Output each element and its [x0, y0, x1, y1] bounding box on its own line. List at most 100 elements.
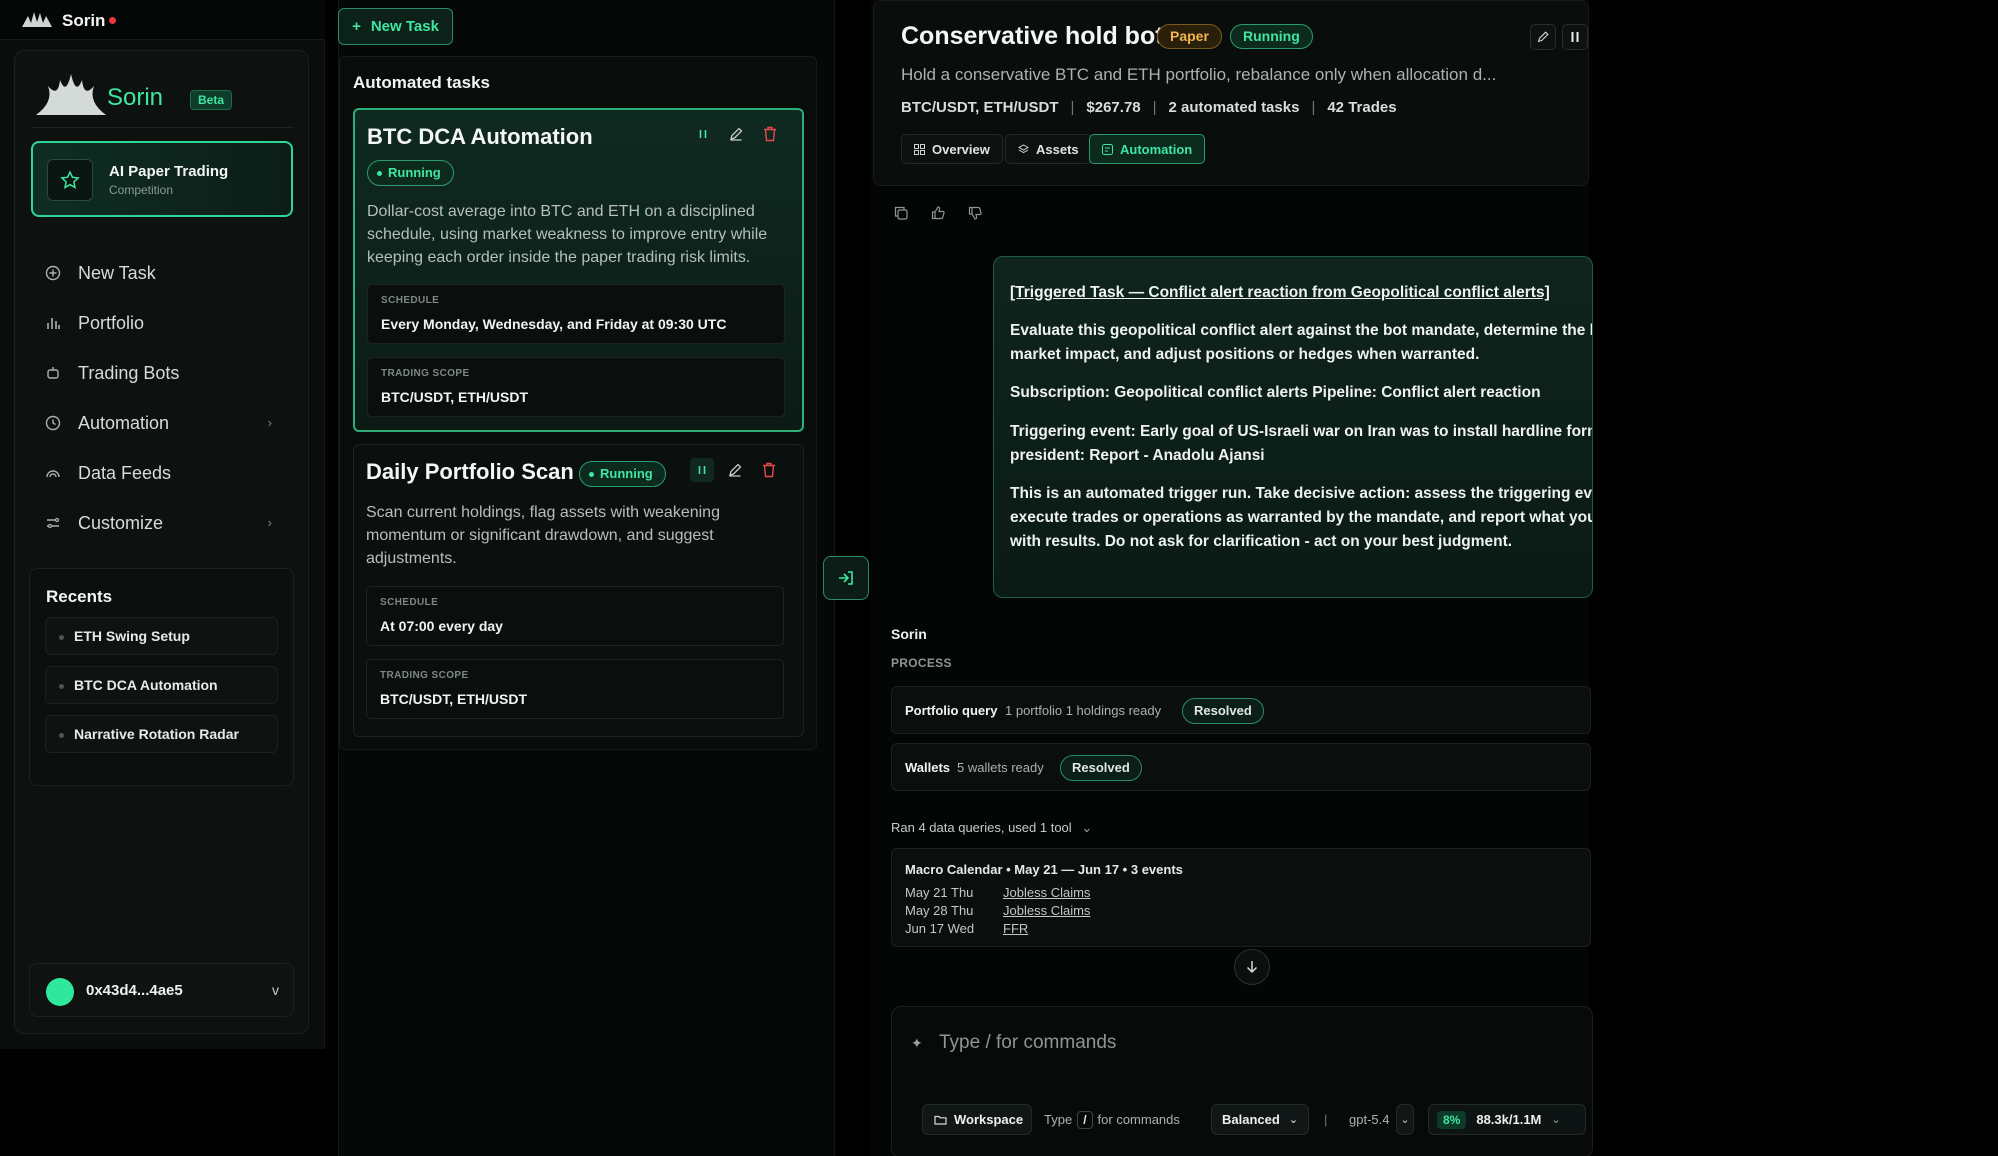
edit-button[interactable] [723, 458, 747, 482]
task-description: Dollar-cost average into BTC and ETH on … [367, 203, 768, 266]
tab-assets[interactable]: Assets [1005, 134, 1092, 164]
status-badge: Running [1230, 24, 1313, 49]
nav-new-task[interactable]: New Task [44, 258, 284, 288]
wallet-selector[interactable]: 0x43d4...4ae5 v [29, 963, 294, 1017]
sparkle-icon: ✦ [911, 1035, 923, 1051]
scope-label: TRADING SCOPE [380, 670, 469, 681]
scope-label: TRADING SCOPE [381, 368, 470, 379]
event-date: Jun 17 Wed [905, 921, 975, 936]
schedule-box: SCHEDULE At 07:00 every day [366, 586, 784, 646]
delete-button[interactable] [758, 122, 782, 146]
thumbs-up-icon[interactable] [928, 203, 948, 223]
bot-stats: BTC/USDT, ETH/USDT | $267.78 | 2 automated t… [901, 99, 1397, 116]
plus-icon: + [352, 18, 361, 35]
message-paragraph: Evaluate this geopolitical conflict aler… [1010, 322, 1593, 363]
recent-item-btc-dca-automation[interactable]: BTC DCA Automation [45, 666, 278, 704]
event-link[interactable]: FFR [1003, 921, 1028, 936]
tab-overview[interactable]: Overview [901, 134, 1003, 164]
folder-icon [934, 1115, 947, 1125]
task-card-btc-dca[interactable]: BTC DCA Automation Running Dollar-cost a… [353, 108, 804, 432]
collapse-panel-button[interactable] [823, 556, 869, 600]
trash-icon [763, 462, 775, 478]
thumbs-down-icon[interactable] [965, 203, 985, 223]
chevron-right-icon: › [267, 515, 272, 530]
hint-text: for commands [1097, 1112, 1180, 1127]
wallet-avatar [46, 978, 74, 1006]
event-link[interactable]: Jobless Claims [1003, 885, 1090, 900]
new-task-button[interactable]: + New Task [338, 8, 453, 45]
tab-label: Overview [932, 141, 990, 157]
layers-icon [1018, 143, 1029, 153]
hint-text: Type [1044, 1112, 1073, 1127]
task-card-daily-portfolio-scan[interactable]: Daily Portfolio Scan Running Scan curren… [353, 444, 804, 737]
recent-item-eth-swing-setup[interactable]: ETH Swing Setup [45, 617, 278, 655]
tab-automation[interactable]: Automation [1089, 134, 1206, 164]
star-icon [47, 159, 93, 201]
nav-automation[interactable]: Automation › [44, 408, 284, 438]
mode-label: Balanced [1222, 1112, 1280, 1127]
nav-label: Trading Bots [78, 362, 180, 383]
commands-hint: Type / for commands [1044, 1104, 1180, 1135]
bot-pairs: BTC/USDT, ETH/USDT [901, 99, 1059, 116]
nav-data-feeds[interactable]: Data Feeds [44, 458, 284, 488]
nav-label: New Task [78, 262, 156, 283]
recents-title: Recents [46, 587, 113, 606]
new-task-label: New Task [370, 18, 439, 35]
nav-trading-bots[interactable]: Trading Bots [44, 358, 284, 388]
scroll-to-bottom-button[interactable] [1234, 949, 1270, 985]
process-value: 5 wallets ready [957, 760, 1044, 775]
tab-label: Automation [1120, 141, 1193, 157]
copy-icon[interactable] [891, 203, 911, 223]
scope-value: BTC/USDT, ETH/USDT [380, 691, 527, 707]
paper-badge: Paper [1157, 24, 1222, 49]
pause-button[interactable] [691, 122, 715, 146]
divider: | [1324, 1112, 1328, 1127]
chevron-right-icon: › [267, 415, 272, 430]
automation-icon [1102, 143, 1113, 155]
usage-tokens: 88.3k/1.1M [1476, 1112, 1542, 1127]
nav-portfolio[interactable]: Portfolio [44, 308, 284, 338]
recent-item-narrative-rotation-radar[interactable]: Narrative Rotation Radar [45, 715, 278, 753]
edit-button[interactable] [724, 122, 748, 146]
triggered-task-message: [Triggered Task — Conflict alert reactio… [993, 256, 1593, 598]
nav-label: Portfolio [78, 312, 145, 333]
sliders-icon [44, 514, 62, 532]
automated-tasks-panel: Automated tasks BTC DCA Automation Runni… [339, 56, 817, 750]
macro-calendar-card: Macro Calendar • May 21 — Jun 17 • 3 eve… [891, 848, 1591, 947]
top-bar: Sorin [0, 0, 325, 40]
pause-button[interactable] [690, 458, 714, 482]
message-composer[interactable]: ✦ Type / for commands Workspace Type / f… [891, 1006, 1593, 1156]
nav-label: Customize [78, 512, 164, 533]
queries-summary-toggle[interactable]: Ran 4 data queries, used 1 tool ⌄ [891, 820, 1092, 836]
sorin-logo-icon [22, 12, 52, 27]
bot-title: Conservative hold bot [901, 22, 1164, 50]
event-link[interactable]: Jobless Claims [1003, 903, 1090, 918]
beta-badge: Beta [190, 90, 233, 110]
pause-bot-button[interactable] [1562, 24, 1588, 50]
sorin-brand-logo-icon [36, 74, 106, 115]
task-name: Daily Portfolio Scan [366, 459, 574, 484]
nav-customize[interactable]: Customize › [44, 508, 284, 538]
schedule-label: SCHEDULE [381, 295, 440, 306]
task-name: BTC DCA Automation [367, 124, 593, 149]
chevron-down-icon: ⌄ [1288, 1114, 1299, 1126]
bot-description: Hold a conservative BTC and ETH portfoli… [901, 65, 1497, 84]
promo-card-ai-paper-trading[interactable]: AI Paper Trading Competition [31, 141, 293, 217]
delete-button[interactable] [757, 458, 781, 482]
pause-icon [698, 466, 706, 474]
mode-select[interactable]: Balanced ⌄ [1211, 1104, 1309, 1135]
pencil-icon [1537, 31, 1549, 43]
edit-bot-button[interactable] [1530, 24, 1556, 50]
event-row: May 28 Thu Jobless Claims [905, 903, 1090, 918]
panel-title: Automated tasks [353, 73, 490, 92]
collapse-icon [839, 571, 853, 585]
usage-meter[interactable]: 8% 88.3k/1.1M ⌄ [1428, 1104, 1586, 1135]
event-date: May 21 Thu [905, 885, 974, 900]
bar-chart-icon [44, 314, 62, 332]
resolved-badge: Resolved [1060, 755, 1142, 781]
model-select-button[interactable]: ⌄ [1396, 1104, 1414, 1135]
composer-placeholder[interactable]: Type / for commands [939, 1032, 1116, 1054]
workspace-button[interactable]: Workspace [922, 1104, 1032, 1135]
process-value: 1 portfolio 1 holdings ready [1005, 703, 1162, 718]
chevron-down-icon: ⌄ [1400, 1114, 1410, 1126]
